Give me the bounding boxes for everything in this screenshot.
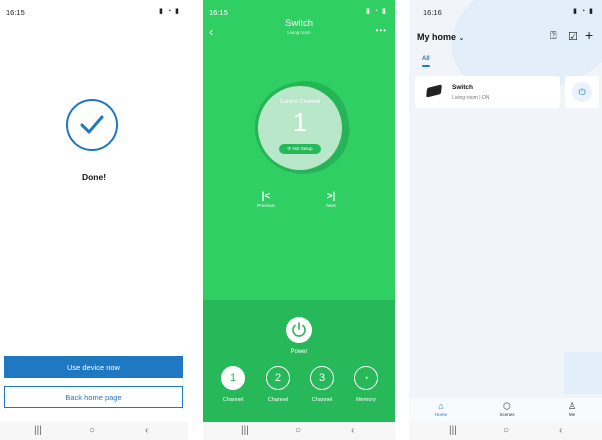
power-button[interactable] — [286, 317, 312, 343]
home-selector[interactable]: My home ⌄ — [417, 32, 464, 42]
power-label: Power — [290, 349, 308, 355]
previous-label: Previous — [257, 203, 275, 208]
tab-me-label: Me — [568, 412, 576, 417]
status-system-icons: ▮ ◔ ▮ — [366, 8, 387, 15]
next-icon: >| — [326, 191, 336, 202]
device-status: Living room | ON — [452, 95, 490, 101]
edit-icon[interactable]: ☑ — [568, 30, 578, 43]
status-system-icons: ▮ ◔ ▮ — [159, 8, 180, 15]
add-icon[interactable]: + — [585, 27, 593, 43]
tab-home[interactable]: ⌂ Home — [421, 401, 461, 417]
current-channel-value: 1 — [292, 107, 308, 137]
status-time: 16:16 — [423, 8, 442, 17]
scenes-icon: ⬡ — [503, 401, 511, 411]
more-icon[interactable]: ••• — [376, 26, 387, 35]
switch-subtitle: Living room — [287, 30, 311, 35]
not-setup-label: Not Setup — [292, 146, 313, 151]
back-chevron-icon[interactable]: ‹ — [559, 425, 562, 436]
home-circle-icon[interactable]: ○ — [89, 425, 95, 436]
recent-apps-icon[interactable]: ||| — [34, 425, 42, 436]
bottom-tab-bar: ⌂ Home ⬡ Scenes ♙ Me — [409, 398, 602, 422]
home-screen: 16:16 ▮ ◔ ▮ My home ⌄ ⍰ ☑ + All Switch L… — [409, 0, 602, 440]
memory-icon: ◔ — [363, 373, 369, 383]
recent-apps-icon[interactable]: ||| — [241, 425, 249, 436]
switch-screen: 16:15 ▮ ◔ ▮ ‹ Switch Living room ••• Cur… — [203, 0, 395, 440]
status-system-icons: ▮ ◔ ▮ — [573, 8, 594, 15]
device-card-switch[interactable]: Switch Living room | ON — [415, 76, 560, 108]
back-home-page-button[interactable]: Back home page — [4, 386, 183, 408]
status-bar: 16:15 ▮ ◔ ▮ — [0, 0, 188, 22]
previous-button[interactable]: |< Previous — [251, 191, 281, 208]
device-name: Switch — [452, 84, 473, 91]
status-bar: 16:16 ▮ ◔ ▮ — [409, 0, 602, 22]
side-decoration — [564, 352, 602, 394]
channel-1-button[interactable]: 1 — [221, 366, 245, 390]
system-nav-bar: ||| ○ ‹ — [0, 422, 188, 440]
device-power-card: ⏻ — [565, 76, 599, 108]
recent-apps-icon[interactable]: ||| — [449, 425, 457, 436]
use-device-now-button[interactable]: Use device now — [4, 356, 183, 378]
power-icon[interactable]: ⏻ — [572, 82, 592, 102]
tab-scenes[interactable]: ⬡ Scenes — [487, 401, 527, 417]
next-button[interactable]: >| Next — [316, 191, 346, 208]
success-check-icon — [66, 99, 118, 151]
home-icon: ⌂ — [438, 401, 444, 411]
done-screen: 16:15 ▮ ◔ ▮ Done! Use device now Back ho… — [0, 0, 188, 440]
back-chevron-icon[interactable]: ‹ — [145, 425, 148, 436]
back-chevron-icon[interactable]: ‹ — [351, 425, 354, 436]
current-channel-display: Current Channel 1 ⟳ Not Setup — [258, 86, 342, 170]
switch-controls-panel: Power 1 2 3 ◔ Channel Channel Channel Me… — [203, 300, 395, 422]
system-nav-bar: ||| ○ ‹ — [203, 422, 395, 440]
help-icon[interactable]: ⍰ — [550, 30, 557, 43]
memory-label: Memory — [356, 397, 376, 403]
switch-header: Switch Living room — [203, 18, 395, 35]
switch-device-icon — [426, 84, 442, 98]
tab-me[interactable]: ♙ Me — [552, 401, 592, 417]
memory-button[interactable]: ◔ — [354, 366, 378, 390]
channel-2-button[interactable]: 2 — [266, 366, 290, 390]
me-icon: ♙ — [567, 401, 577, 411]
switch-title: Switch — [285, 18, 313, 29]
previous-icon: |< — [261, 191, 271, 202]
tab-home-label: Home — [434, 412, 447, 417]
channel-1-label: Channel — [222, 397, 244, 403]
home-circle-icon[interactable]: ○ — [295, 425, 301, 436]
channel-3-label: Channel — [311, 397, 333, 403]
channel-2-label: Channel — [267, 397, 289, 403]
power-icon — [292, 322, 306, 337]
tab-all[interactable]: All — [422, 56, 430, 62]
home-title: My home — [417, 32, 457, 42]
system-nav-bar: ||| ○ ‹ — [409, 422, 602, 440]
chevron-down-icon: ⌄ — [458, 35, 465, 42]
status-time: 16:15 — [6, 8, 25, 17]
current-channel-label: Current Channel — [279, 99, 321, 105]
tab-all-indicator — [422, 65, 430, 67]
channel-3-button[interactable]: 3 — [310, 366, 334, 390]
done-title: Done! — [81, 172, 107, 182]
status-time: 16:15 — [209, 8, 228, 17]
home-circle-icon[interactable]: ○ — [503, 425, 509, 436]
not-setup-badge[interactable]: ⟳ Not Setup — [279, 144, 321, 154]
tab-scenes-label: Scenes — [499, 412, 515, 417]
next-label: Next — [326, 203, 336, 208]
